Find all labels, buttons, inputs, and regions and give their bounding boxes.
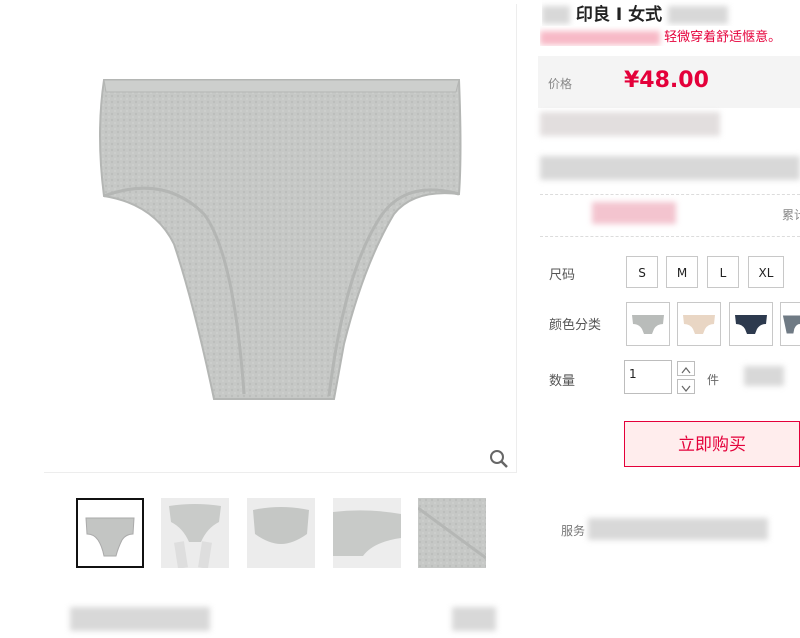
divider — [540, 194, 800, 195]
color-option-beige[interactable] — [677, 302, 721, 346]
thumbnail-4[interactable] — [333, 498, 401, 568]
quantity-label: 数量 — [549, 374, 576, 389]
buy-now-button[interactable]: 立即购买 — [624, 421, 800, 467]
product-title: 印良 I 女式 — [542, 0, 800, 26]
size-label: 尺码 — [549, 268, 576, 283]
divider — [540, 236, 800, 237]
sales-blurred — [592, 202, 676, 224]
size-option-xl[interactable]: XL — [748, 256, 784, 288]
promo-blurred — [540, 112, 720, 136]
magnifier-icon[interactable] — [488, 448, 510, 470]
color-option-slate[interactable] — [780, 302, 800, 346]
main-product-image[interactable] — [44, 4, 517, 473]
color-option-gray[interactable] — [626, 302, 670, 346]
thumbnail-2[interactable] — [161, 498, 229, 568]
color-option-navy[interactable] — [729, 302, 773, 346]
size-option-m[interactable]: M — [666, 256, 698, 288]
cumulative-label: 累计 — [782, 208, 800, 222]
price-label: 价格 — [548, 77, 573, 91]
stock-blurred — [744, 366, 784, 386]
quantity-unit: 件 — [707, 373, 720, 387]
chevron-down-icon[interactable] — [677, 379, 695, 394]
price-value: ¥48.00 — [624, 68, 709, 93]
product-subtitle: 轻微穿着舒适惬意。 — [540, 26, 800, 46]
chevron-up-icon[interactable] — [677, 361, 695, 376]
quantity-input[interactable]: 1 — [624, 360, 672, 394]
color-label: 颜色分类 — [549, 318, 602, 333]
thumbnail-1[interactable] — [76, 498, 144, 568]
briefs-illustration — [99, 79, 462, 400]
size-option-s[interactable]: S — [626, 256, 658, 288]
favorite-blurred — [452, 607, 496, 631]
delivery-blurred — [540, 156, 800, 180]
thumbnail-3[interactable] — [247, 498, 315, 568]
service-label: 服务 — [561, 524, 586, 538]
service-info-blurred — [588, 518, 768, 540]
thumbnail-5[interactable] — [418, 498, 486, 568]
share-bar-blurred — [70, 607, 210, 631]
size-option-l[interactable]: L — [707, 256, 739, 288]
